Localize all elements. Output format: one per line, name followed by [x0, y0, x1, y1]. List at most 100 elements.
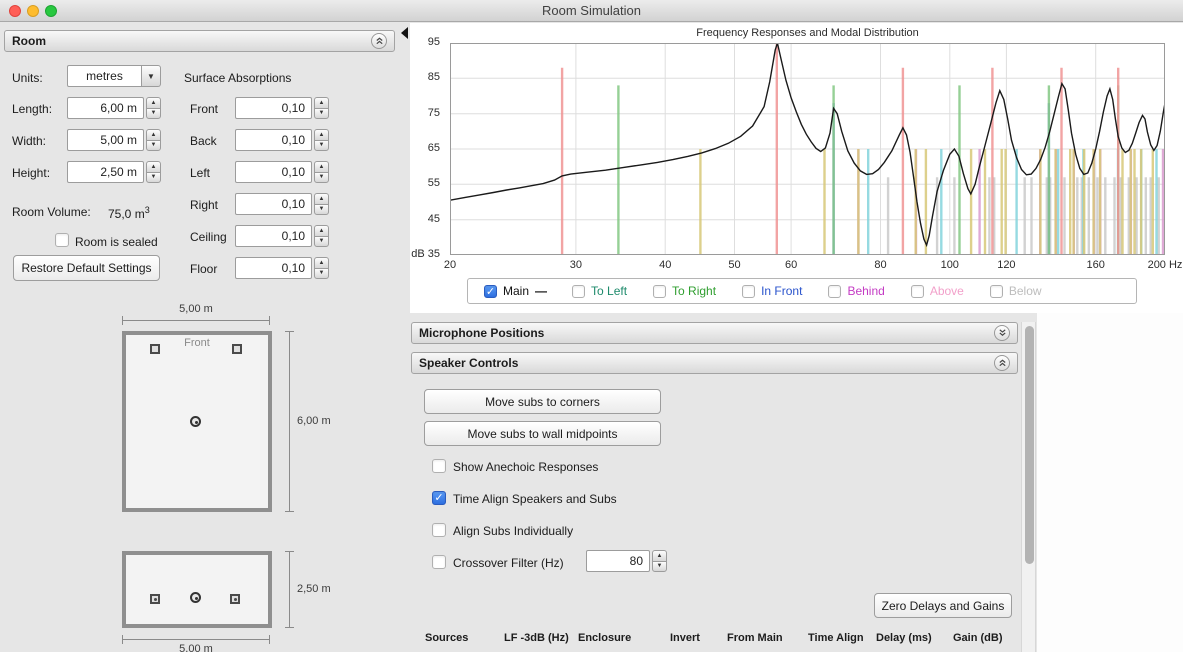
- units-combobox[interactable]: metres ▼: [67, 65, 161, 87]
- spinner-buttons[interactable]: ▲▼: [652, 550, 667, 572]
- absorption-back-input[interactable]: 0,10: [235, 129, 312, 151]
- crossover-frequency-input[interactable]: 80: [586, 550, 650, 572]
- legend-to-left-checkbox[interactable]: [572, 285, 585, 298]
- absorption-ceiling-input[interactable]: 0,10: [235, 225, 312, 247]
- legend-item-in-front[interactable]: In Front: [742, 284, 802, 298]
- left-sub-icon[interactable]: [150, 594, 160, 604]
- show-anechoic-responses-checkbox[interactable]: [432, 459, 446, 473]
- left-speaker-icon[interactable]: [150, 344, 160, 354]
- empty-area: [1037, 313, 1183, 652]
- absorption-back-spinner[interactable]: 0,10 ▲▼: [235, 129, 329, 151]
- spinner-up-icon[interactable]: ▲: [652, 550, 667, 562]
- legend-item-below[interactable]: Below: [990, 284, 1042, 298]
- spinner-down-icon[interactable]: ▼: [652, 561, 667, 573]
- move-subs-to-corners-button[interactable]: Move subs to corners: [424, 389, 661, 414]
- width-spinner[interactable]: 5,00 m ▲▼: [67, 129, 161, 151]
- align-subs-individually-checkbox[interactable]: [432, 523, 446, 537]
- legend-item-to-left[interactable]: To Left: [572, 284, 627, 298]
- microphone-positions-header[interactable]: Microphone Positions: [411, 322, 1018, 344]
- spinner-buttons[interactable]: ▲▼: [146, 97, 161, 119]
- spinner-down-icon[interactable]: ▼: [314, 236, 329, 248]
- legend-item-above[interactable]: Above: [911, 284, 964, 298]
- height-spinner[interactable]: 2,50 m ▲▼: [67, 161, 161, 183]
- spinner-down-icon[interactable]: ▼: [146, 172, 161, 184]
- zero-delays-and-gains-button[interactable]: Zero Delays and Gains: [874, 593, 1012, 618]
- column-header-lf-3db: LF -3dB (Hz): [504, 632, 569, 644]
- move-subs-to-wall-midpoints-button[interactable]: Move subs to wall midpoints: [424, 421, 661, 446]
- absorption-ceiling-spinner[interactable]: 0,10 ▲▼: [235, 225, 329, 247]
- length-spinner[interactable]: 6,00 m ▲▼: [67, 97, 161, 119]
- legend-below-checkbox[interactable]: [990, 285, 1003, 298]
- spinner-up-icon[interactable]: ▲: [314, 257, 329, 269]
- legend-above-checkbox[interactable]: [911, 285, 924, 298]
- mic-panel-expand-button[interactable]: [994, 325, 1010, 341]
- room-panel-header[interactable]: Room: [4, 30, 395, 52]
- legend-item-behind[interactable]: Behind: [828, 284, 884, 298]
- legend-to-right-checkbox[interactable]: [653, 285, 666, 298]
- spinner-down-icon[interactable]: ▼: [314, 172, 329, 184]
- spinner-down-icon[interactable]: ▼: [146, 108, 161, 120]
- spinner-buttons[interactable]: ▲▼: [314, 225, 329, 247]
- spinner-buttons[interactable]: ▲▼: [146, 161, 161, 183]
- spinner-up-icon[interactable]: ▲: [314, 225, 329, 237]
- absorption-floor-spinner[interactable]: 0,10 ▲▼: [235, 257, 329, 279]
- spinner-buttons[interactable]: ▲▼: [314, 129, 329, 151]
- speaker-controls-title: Speaker Controls: [419, 356, 518, 370]
- spinner-down-icon[interactable]: ▼: [314, 140, 329, 152]
- absorption-right-spinner[interactable]: 0,10 ▲▼: [235, 193, 329, 215]
- spinner-down-icon[interactable]: ▼: [146, 140, 161, 152]
- legend-behind-checkbox[interactable]: [828, 285, 841, 298]
- absorption-left-spinner[interactable]: 0,10 ▲▼: [235, 161, 329, 183]
- crossover-frequency-spinner[interactable]: 80 ▲▼: [586, 550, 667, 572]
- combo-arrow-button[interactable]: ▼: [142, 65, 161, 87]
- right-speaker-icon[interactable]: [232, 344, 242, 354]
- scrollbar-thumb[interactable]: [1025, 326, 1034, 564]
- side-view-width-dimension: 5,00 m: [122, 643, 270, 652]
- height-input[interactable]: 2,50 m: [67, 161, 144, 183]
- spinner-down-icon[interactable]: ▼: [314, 108, 329, 120]
- spinner-up-icon[interactable]: ▲: [146, 97, 161, 109]
- room-sealed-checkbox[interactable]: [55, 233, 69, 247]
- absorption-floor-input[interactable]: 0,10: [235, 257, 312, 279]
- absorption-front-spinner[interactable]: 0,10 ▲▼: [235, 97, 329, 119]
- spinner-buttons[interactable]: ▲▼: [314, 97, 329, 119]
- speaker-panel-collapse-button[interactable]: [994, 355, 1010, 371]
- legend-item-main[interactable]: Main —: [484, 284, 546, 298]
- absorption-left-label: Left: [190, 166, 210, 180]
- spinner-buttons[interactable]: ▲▼: [314, 161, 329, 183]
- spinner-up-icon[interactable]: ▲: [314, 161, 329, 173]
- listener-icon[interactable]: [190, 416, 201, 427]
- spinner-up-icon[interactable]: ▲: [314, 97, 329, 109]
- spinner-buttons[interactable]: ▲▼: [314, 257, 329, 279]
- length-input[interactable]: 6,00 m: [67, 97, 144, 119]
- microphone-positions-title: Microphone Positions: [419, 326, 544, 340]
- right-sub-icon[interactable]: [230, 594, 240, 604]
- speaker-controls-header[interactable]: Speaker Controls: [411, 352, 1018, 374]
- vertical-scrollbar[interactable]: [1021, 322, 1036, 652]
- spinner-buttons[interactable]: ▲▼: [146, 129, 161, 151]
- legend-main-checkbox[interactable]: [484, 285, 497, 298]
- spinner-up-icon[interactable]: ▲: [314, 193, 329, 205]
- spinner-buttons[interactable]: ▲▼: [314, 193, 329, 215]
- spinner-up-icon[interactable]: ▲: [146, 129, 161, 141]
- x-tick-label: 40: [659, 259, 671, 271]
- spinner-down-icon[interactable]: ▼: [314, 268, 329, 280]
- width-input[interactable]: 5,00 m: [67, 129, 144, 151]
- legend-in-front-checkbox[interactable]: [742, 285, 755, 298]
- absorption-left-input[interactable]: 0,10: [235, 161, 312, 183]
- top-view-width-dimension-line: [122, 320, 270, 321]
- time-align-checkbox[interactable]: [432, 491, 446, 505]
- absorption-front-input[interactable]: 0,10: [235, 97, 312, 119]
- room-volume-value: 75,0 m3: [108, 205, 150, 221]
- absorption-right-input[interactable]: 0,10: [235, 193, 312, 215]
- absorption-ceiling-label: Ceiling: [190, 230, 227, 244]
- spinner-down-icon[interactable]: ▼: [314, 204, 329, 216]
- spinner-up-icon[interactable]: ▲: [146, 161, 161, 173]
- listener-side-icon[interactable]: [190, 592, 201, 603]
- absorption-floor-label: Floor: [190, 262, 217, 276]
- restore-defaults-button[interactable]: Restore Default Settings: [13, 255, 160, 281]
- room-panel-collapse-button[interactable]: [371, 33, 387, 49]
- spinner-up-icon[interactable]: ▲: [314, 129, 329, 141]
- crossover-filter-checkbox[interactable]: [432, 555, 446, 569]
- legend-item-to-right[interactable]: To Right: [653, 284, 716, 298]
